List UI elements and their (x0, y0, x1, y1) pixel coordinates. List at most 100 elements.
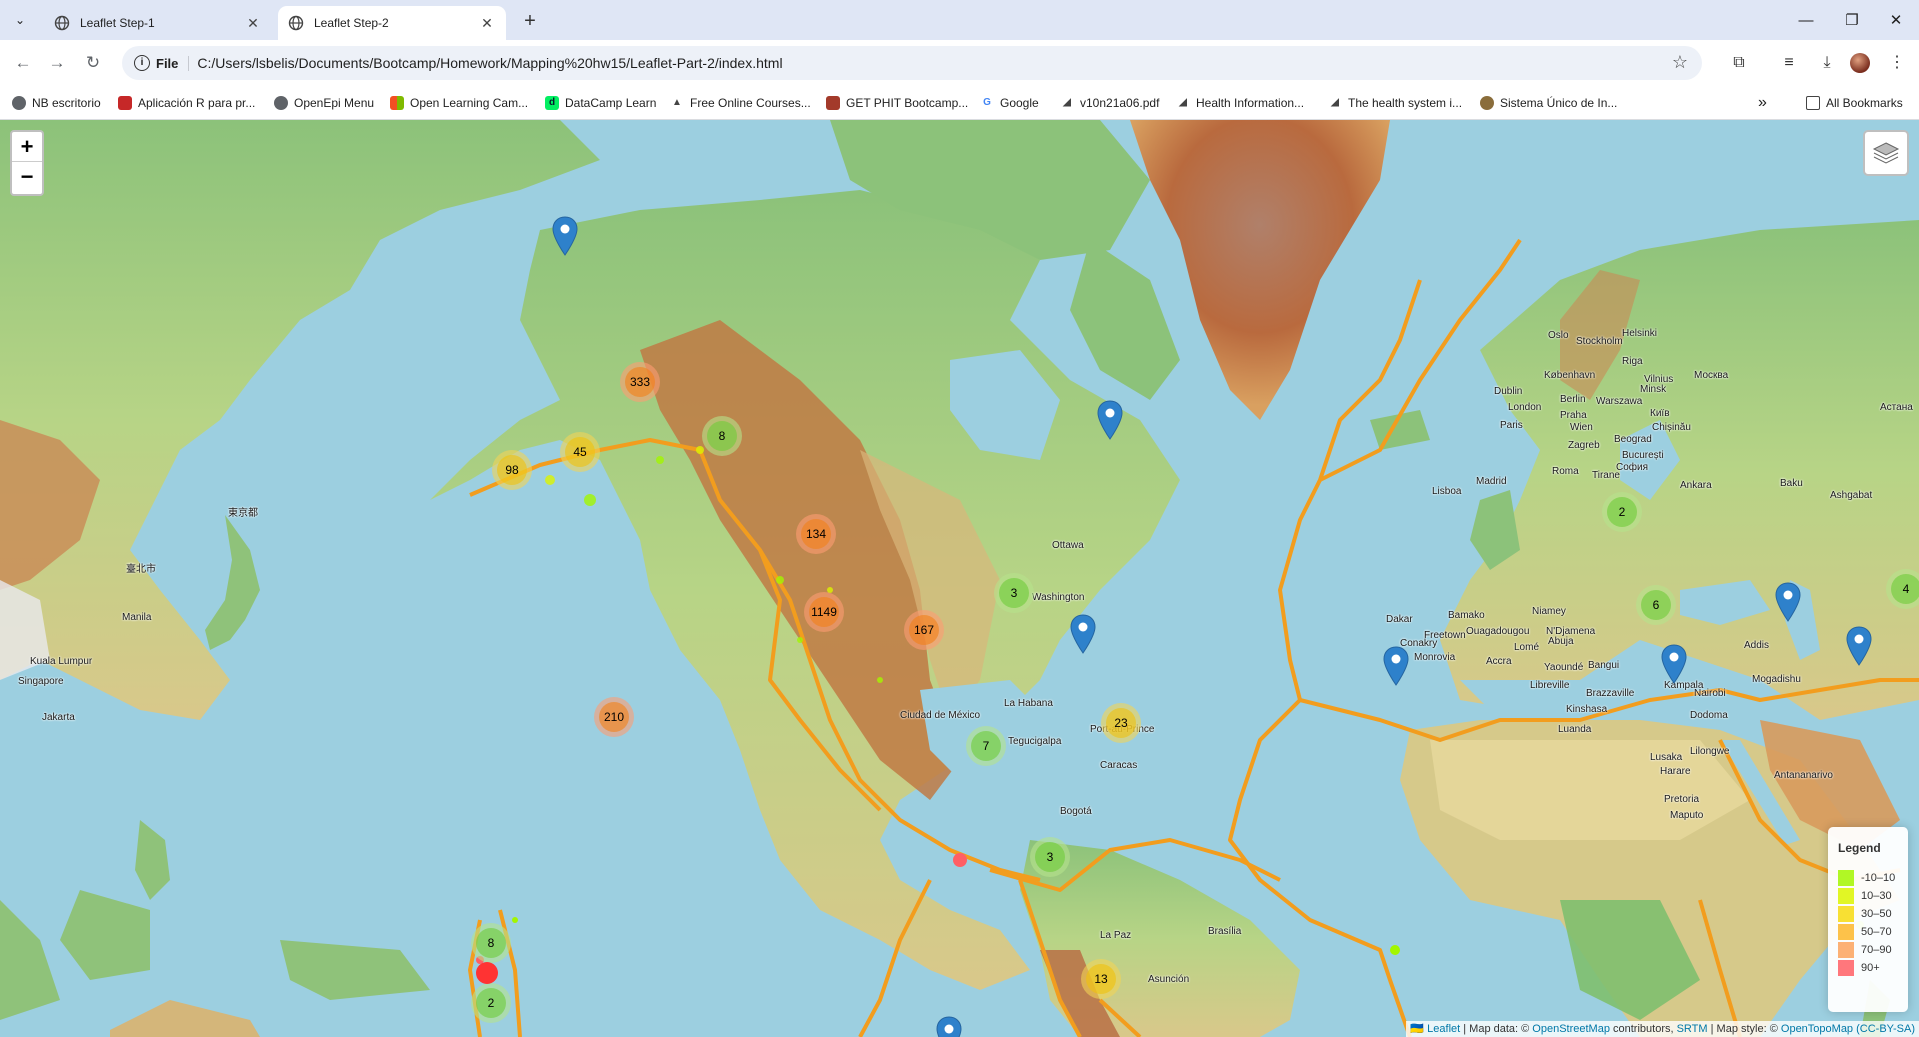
marker-cluster[interactable]: 6 (1636, 585, 1676, 625)
bookmark-item[interactable]: Aplicación R para pr... (118, 92, 255, 114)
marker-cluster[interactable]: 98 (492, 450, 532, 490)
bookmark-item[interactable]: GET PHIT Bootcamp... (826, 92, 968, 114)
city-label: Brasília (1208, 926, 1242, 937)
tab-search-chevron-icon[interactable]: ⌄ (8, 8, 32, 32)
marker-cluster[interactable]: 167 (904, 610, 944, 650)
restore-button[interactable]: ❐ (1829, 0, 1875, 40)
close-tab-icon[interactable]: ✕ (244, 14, 262, 32)
marker-cluster[interactable]: 13 (1081, 959, 1121, 999)
location-pin-icon[interactable] (936, 1016, 962, 1037)
marker-cluster[interactable]: 3 (1030, 837, 1070, 877)
downloads-icon[interactable]: ⤓ (1816, 52, 1838, 74)
marker-cluster[interactable]: 2 (471, 983, 511, 1023)
location-pin-icon[interactable] (1775, 582, 1801, 622)
extensions-icon[interactable]: ⧉ (1728, 52, 1750, 74)
location-pin-icon[interactable] (552, 216, 578, 256)
profile-avatar[interactable] (1850, 53, 1870, 73)
bookmark-star-icon[interactable]: ☆ (1672, 52, 1688, 73)
location-pin-icon[interactable] (1383, 646, 1409, 686)
city-label: Pretoria (1664, 794, 1700, 805)
leaflet-map[interactable]: Ottawa Washington La Habana Port-au-Prin… (0, 120, 1919, 1037)
marker-cluster[interactable]: 210 (594, 697, 634, 737)
bookmark-item[interactable]: G Google (980, 92, 1039, 114)
topographic-basemap (0, 120, 1919, 1037)
folder-icon (1806, 96, 1820, 110)
layers-control-button[interactable] (1863, 130, 1909, 176)
close-window-button[interactable]: ✕ (1873, 0, 1919, 40)
media-controls-icon[interactable]: ≡ (1778, 52, 1800, 74)
marker-cluster[interactable]: 23 (1101, 703, 1141, 743)
marker-cluster[interactable]: 134 (796, 514, 836, 554)
legend-label: 70–90 (1861, 944, 1892, 956)
ukraine-flag-icon: 🇺🇦 (1410, 1023, 1425, 1035)
minimize-button[interactable]: — (1783, 0, 1829, 40)
marker-cluster[interactable]: 8 (471, 923, 511, 963)
address-bar[interactable]: i File C:/Users/lsbelis/Documents/Bootca… (122, 46, 1702, 80)
marker-cluster[interactable]: 8 (702, 416, 742, 456)
marker-cluster[interactable]: 2 (1602, 492, 1642, 532)
marker-cluster[interactable]: 4 (1886, 569, 1919, 609)
marker-cluster[interactable]: 333 (620, 362, 660, 402)
legend-swatch (1838, 960, 1854, 976)
bookmark-item[interactable]: ◢ The health system i... (1328, 92, 1462, 114)
tab-leaflet-step-2[interactable]: Leaflet Step-2 ✕ (278, 6, 506, 40)
city-label: Freetown (1424, 630, 1466, 641)
city-label: Wien (1570, 422, 1593, 433)
bookmark-item[interactable]: ◢ Health Information... (1176, 92, 1304, 114)
tab-leaflet-step-1[interactable]: Leaflet Step-1 ✕ (44, 6, 272, 40)
cluster-count: 98 (497, 455, 527, 485)
bookmark-item[interactable]: Open Learning Cam... (390, 92, 528, 114)
location-pin-icon[interactable] (1097, 400, 1123, 440)
bookmark-item[interactable]: d DataCamp Learn (545, 92, 656, 114)
url-text[interactable]: C:/Users/lsbelis/Documents/Bootcamp/Home… (197, 55, 782, 71)
cluster-count: 8 (707, 421, 737, 451)
earthquake-marker[interactable] (476, 962, 498, 984)
zoom-out-button[interactable]: − (12, 162, 42, 192)
forward-arrow-icon[interactable]: → (44, 50, 70, 76)
city-label: Accra (1486, 656, 1512, 667)
marker-cluster[interactable]: 7 (966, 726, 1006, 766)
opentopomap-link[interactable]: OpenTopoMap (CC-BY-SA) (1781, 1023, 1915, 1035)
legend-row: 30–50 (1838, 905, 1900, 923)
leaflet-link[interactable]: Leaflet (1427, 1023, 1460, 1035)
red-app-icon (118, 96, 132, 110)
legend-swatch (1838, 906, 1854, 922)
osm-link[interactable]: OpenStreetMap (1532, 1023, 1610, 1035)
marker-cluster[interactable]: 45 (560, 432, 600, 472)
seal-icon (1480, 96, 1494, 110)
location-pin-icon[interactable] (1070, 614, 1096, 654)
zoom-in-button[interactable]: + (12, 132, 42, 162)
all-bookmarks-button[interactable]: All Bookmarks (1806, 92, 1903, 114)
bookmark-item[interactable]: ◢ v10n21a06.pdf (1060, 92, 1159, 114)
scheme-chip[interactable]: File (156, 55, 190, 71)
reload-icon[interactable]: ↻ (80, 50, 106, 76)
globe-icon (54, 15, 70, 31)
pdf-icon: ◢ (1063, 97, 1071, 108)
cluster-count: 333 (625, 367, 655, 397)
menu-kebab-icon[interactable]: ⋮ (1886, 52, 1908, 74)
city-label: Singapore (18, 676, 64, 687)
srtm-link[interactable]: SRTM (1677, 1023, 1708, 1035)
close-tab-icon[interactable]: ✕ (478, 14, 496, 32)
bookmarks-overflow-button[interactable]: » (1758, 92, 1767, 114)
bookmark-label: The health system i... (1348, 96, 1463, 110)
location-pin-icon[interactable] (1846, 626, 1872, 666)
bookmark-item[interactable]: Sistema Único de In... (1480, 92, 1617, 114)
bookmark-label: DataCamp Learn (565, 96, 657, 110)
city-label: Oslo (1548, 330, 1569, 341)
bookmark-item[interactable]: OpenEpi Menu (274, 92, 374, 114)
city-label: Riga (1622, 356, 1643, 367)
new-tab-button[interactable]: + (518, 10, 542, 34)
site-info-icon[interactable]: i (134, 55, 150, 71)
bookmark-item[interactable]: ▲ Free Online Courses... (670, 92, 811, 114)
bookmark-label: Open Learning Cam... (410, 96, 529, 110)
google-icon: G (983, 97, 991, 108)
marker-cluster[interactable]: 1149 (804, 592, 844, 632)
marker-cluster[interactable]: 3 (994, 573, 1034, 613)
city-label: Kinshasa (1566, 704, 1608, 715)
bookmark-item[interactable]: NB escritorio (12, 92, 101, 114)
legend-label: 10–30 (1861, 890, 1892, 902)
location-pin-icon[interactable] (1661, 644, 1687, 684)
cluster-count: 210 (599, 702, 629, 732)
back-arrow-icon[interactable]: ← (10, 50, 36, 76)
